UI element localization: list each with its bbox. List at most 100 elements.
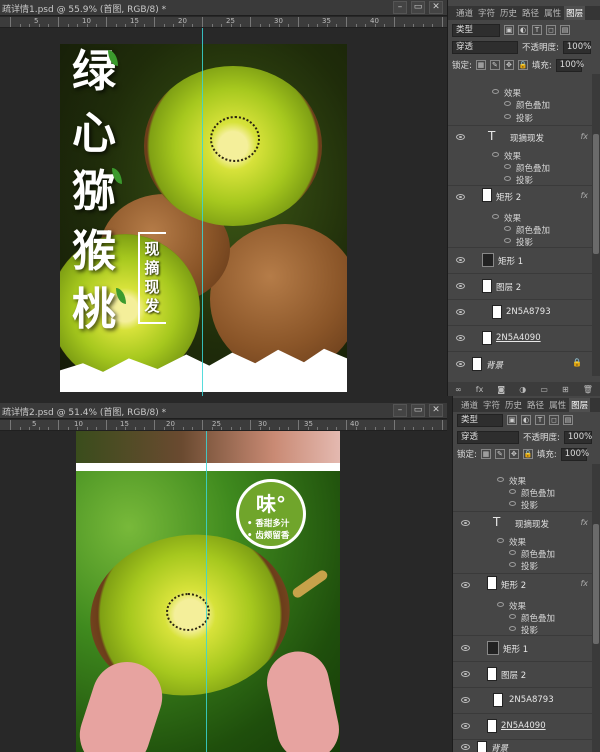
tab-character[interactable]: 字符 [476, 6, 497, 20]
layer-name[interactable]: 矩形 1 [498, 255, 523, 267]
document-tab-1[interactable]: 疏详情1.psd @ 55.9% (首图, RGB/8) * – ▭ ✕ [0, 0, 447, 16]
layer-name[interactable]: 2N5A8793 [509, 695, 554, 705]
document-window-1[interactable]: 疏详情1.psd @ 55.9% (首图, RGB/8) * – ▭ ✕ 5 1… [0, 0, 447, 396]
layers-scrollbar[interactable] [592, 464, 600, 752]
adjust-filter-icon[interactable]: ◐ [521, 415, 531, 425]
link-layers-icon[interactable]: ∞ [455, 385, 462, 394]
effect-eye-icon[interactable] [504, 226, 511, 231]
visibility-eye-icon[interactable] [456, 283, 465, 289]
effect-eye-icon[interactable] [509, 626, 516, 631]
canvas-area-2[interactable]: 味° • 香甜多汁 • 齿颊留香 [0, 431, 447, 752]
effect-eye-icon[interactable] [504, 101, 511, 106]
visibility-eye-icon[interactable] [456, 257, 465, 263]
layer-name[interactable]: 2N5A4090 [501, 721, 546, 731]
tab-channels[interactable]: 通道 [459, 398, 480, 412]
opacity-input[interactable]: 100% [562, 40, 591, 54]
visibility-eye-icon[interactable] [461, 520, 470, 526]
scrollbar-thumb[interactable] [593, 134, 599, 254]
layer-rect-2[interactable]: 矩形 2 fx 效果 颜色叠加 投影 [448, 186, 592, 248]
layers-scrollbar[interactable] [592, 74, 600, 376]
lock-all-icon[interactable]: 🔒 [522, 449, 533, 459]
shape-filter-icon[interactable]: ◻ [549, 415, 559, 425]
tab-character[interactable]: 字符 [481, 398, 502, 412]
lock-pixels-icon[interactable]: ✎ [489, 60, 500, 70]
effect-eye-icon[interactable] [509, 614, 516, 619]
visibility-eye-icon[interactable] [456, 134, 465, 140]
layer-rect-2[interactable]: 矩形 2 fx 效果 颜色叠加 投影 [453, 574, 592, 636]
smart-filter-icon[interactable]: ▤ [560, 25, 570, 35]
adjust-filter-icon[interactable]: ◐ [518, 25, 528, 35]
layer-name[interactable]: 背景 [491, 742, 508, 752]
visibility-eye-icon[interactable] [461, 723, 470, 729]
visibility-eye-icon[interactable] [456, 335, 465, 341]
layer-text[interactable]: T 现摘现发 fx 效果 颜色叠加 投影 [448, 126, 592, 186]
document-tab-2[interactable]: 疏详情2.psd @ 51.4% (首图, RGB/8) * – ▭ ✕ [0, 403, 447, 419]
lock-position-icon[interactable]: ✥ [503, 60, 514, 70]
layer-name[interactable]: 现摘现发 [510, 132, 544, 144]
text-filter-icon[interactable]: T [532, 25, 542, 35]
adjustment-layer-icon[interactable]: ◑ [519, 385, 526, 394]
visibility-eye-icon[interactable] [456, 361, 465, 367]
add-mask-icon[interactable]: ◙ [497, 385, 505, 394]
blend-mode-select[interactable]: 穿透 [457, 430, 519, 444]
layer-name[interactable]: 矩形 2 [501, 579, 526, 591]
visibility-eye-icon[interactable] [461, 671, 470, 677]
visibility-eye-icon[interactable] [461, 697, 470, 703]
layer-name[interactable]: 矩形 1 [503, 643, 528, 655]
effect-eye-icon[interactable] [497, 602, 504, 607]
layer-rect-1[interactable]: 矩形 1 [453, 636, 592, 662]
opacity-input[interactable]: 100% [563, 430, 592, 444]
layer-name[interactable]: 现摘现发 [515, 518, 549, 530]
layer-rect-1[interactable]: 矩形 1 [448, 248, 592, 274]
new-group-icon[interactable]: ▭ [540, 385, 548, 394]
visibility-eye-icon[interactable] [461, 744, 470, 750]
effect-eye-icon[interactable] [492, 214, 499, 219]
delete-layer-icon[interactable]: 🗑 [583, 385, 593, 394]
horizontal-ruler-2[interactable]: 5 10 15 20 25 30 35 40 [0, 420, 447, 431]
close-button[interactable]: ✕ [429, 404, 443, 417]
text-filter-icon[interactable]: T [535, 415, 545, 425]
shape-filter-icon[interactable]: ◻ [546, 25, 556, 35]
lock-position-icon[interactable]: ✥ [508, 449, 519, 459]
blend-mode-select[interactable]: 穿透 [452, 40, 518, 54]
scrollbar-thumb[interactable] [593, 524, 599, 644]
effect-eye-icon[interactable] [504, 164, 511, 169]
layer-background[interactable]: 背景 [453, 740, 592, 752]
guide-line[interactable] [202, 28, 203, 396]
visibility-eye-icon[interactable] [461, 582, 470, 588]
visibility-eye-icon[interactable] [456, 309, 465, 315]
fx-icon[interactable]: fx [580, 579, 588, 588]
document-window-2[interactable]: 疏详情2.psd @ 51.4% (首图, RGB/8) * – ▭ ✕ 5 1… [0, 403, 447, 752]
lock-transparency-icon[interactable]: ▦ [480, 449, 491, 459]
lock-pixels-icon[interactable]: ✎ [494, 449, 505, 459]
filter-type-select[interactable]: 类型 [457, 413, 503, 427]
restore-button[interactable]: ▭ [411, 1, 425, 14]
layer-image-1[interactable]: 2N5A8793 [453, 688, 592, 714]
tab-paths[interactable]: 路径 [520, 6, 541, 20]
layer-name[interactable]: 2N5A4090 [496, 333, 541, 343]
tab-properties[interactable]: 属性 [547, 398, 568, 412]
tab-properties[interactable]: 属性 [542, 6, 563, 20]
fx-icon[interactable]: fx [580, 518, 588, 527]
new-layer-icon[interactable]: ⊞ [562, 385, 569, 394]
tab-paths[interactable]: 路径 [525, 398, 546, 412]
canvas-area-1[interactable]: 绿 心 猕 猴 桃 现摘现发 [0, 28, 447, 396]
layer-image-2[interactable]: 2N5A4090 [448, 326, 592, 352]
layer-name[interactable]: 矩形 2 [496, 191, 521, 203]
effect-eye-icon[interactable] [509, 550, 516, 555]
effect-eye-icon[interactable] [497, 538, 504, 543]
horizontal-ruler-1[interactable]: 5 10 15 20 25 30 35 40 [0, 17, 447, 28]
layer-name[interactable]: 背景 [486, 359, 503, 371]
minimize-button[interactable]: – [393, 404, 407, 417]
visibility-eye-icon[interactable] [461, 645, 470, 651]
layer-name[interactable]: 2N5A8793 [506, 307, 551, 317]
effect-eye-icon[interactable] [492, 152, 499, 157]
restore-button[interactable]: ▭ [411, 404, 425, 417]
effect-eye-icon[interactable] [504, 176, 511, 181]
lock-transparency-icon[interactable]: ▦ [475, 60, 486, 70]
layer-name[interactable]: 图层 2 [496, 281, 521, 293]
tab-history[interactable]: 历史 [498, 6, 519, 20]
layer-background[interactable]: 背景 🔒 [448, 352, 592, 376]
layer-text[interactable]: T 现摘现发 fx 效果 颜色叠加 投影 [453, 512, 592, 574]
fill-input[interactable]: 100% [555, 58, 584, 72]
